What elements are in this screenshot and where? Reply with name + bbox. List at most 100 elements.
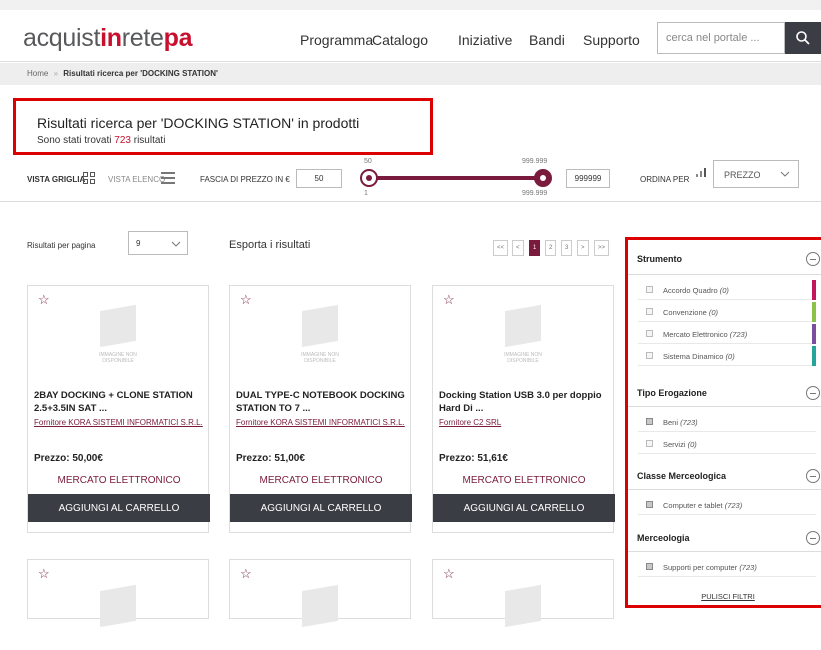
filter-option[interactable]: Convenzione (0): [638, 302, 816, 322]
search-input[interactable]: cerca nel portale ...: [657, 22, 785, 54]
checkbox-checked[interactable]: [646, 501, 653, 508]
product-price: Prezzo: 50,00€: [34, 453, 103, 464]
filter-option[interactable]: Accordo Quadro (0): [638, 280, 816, 300]
image-placeholder-icon: IMMAGINE NON DISPONIBILE: [290, 304, 350, 370]
nav-supporto[interactable]: Supporto: [583, 32, 640, 48]
pagination-prev[interactable]: <: [512, 240, 524, 256]
product-card: ☆ IMMAGINE NON DISPONIBILE 2BAY DOCKING …: [27, 285, 210, 533]
price-slider-track[interactable]: [371, 176, 543, 180]
add-to-cart-button[interactable]: AGGIUNGI AL CARRELLO: [433, 494, 615, 522]
nav-bandi[interactable]: Bandi: [529, 32, 565, 48]
checkbox-checked[interactable]: [646, 563, 653, 570]
search-button[interactable]: [785, 22, 821, 54]
divider: [628, 551, 821, 552]
collapse-minus-icon[interactable]: [806, 386, 820, 400]
filter-option[interactable]: Beni (723): [638, 412, 816, 432]
product-name[interactable]: DUAL TYPE-C NOTEBOOK DOCKING STATION TO …: [236, 389, 408, 415]
divider: [628, 274, 821, 275]
per-page-label: Risultati per pagina: [27, 241, 96, 250]
price-max-input[interactable]: 999999: [566, 169, 610, 188]
pagination-last[interactable]: >>: [594, 240, 610, 256]
divider: [628, 489, 821, 490]
product-supplier-link[interactable]: Fornitore KORA SISTEMI INFORMATICI S.R.L…: [236, 417, 408, 428]
filter-group-title[interactable]: Merceologia: [637, 533, 690, 543]
product-supplier-link[interactable]: Fornitore C2 SRL: [439, 417, 611, 428]
product-name[interactable]: 2BAY DOCKING + CLONE STATION 2.5+3.5IN S…: [34, 389, 206, 415]
checkbox[interactable]: [646, 330, 653, 337]
product-price: Prezzo: 51,00€: [236, 453, 305, 464]
export-results-link[interactable]: Esporta i risultati: [229, 239, 310, 251]
favorite-star-icon[interactable]: ☆: [240, 292, 252, 308]
chevron-down-icon: [171, 241, 181, 247]
image-placeholder-icon: IMMAGINE NON DISPONIBILE: [88, 304, 148, 370]
site-logo[interactable]: acquistinretepa: [23, 24, 193, 53]
favorite-star-icon[interactable]: ☆: [443, 292, 455, 308]
filter-option[interactable]: Supporti per computer (723): [638, 557, 816, 577]
breadcrumb-current: Risultati ricerca per 'DOCKING STATION': [63, 69, 218, 78]
add-to-cart-button[interactable]: AGGIUNGI AL CARRELLO: [28, 494, 210, 522]
search-icon: [796, 31, 810, 45]
site-header: acquistinretepa Programma Catalogo Inizi…: [0, 10, 821, 62]
results-count-text: Sono stati trovati 723 risultati: [37, 135, 166, 146]
per-page-select[interactable]: 9: [128, 231, 188, 255]
grid-view-label[interactable]: VISTA GRIGLIA: [27, 175, 85, 184]
favorite-star-icon[interactable]: ☆: [443, 566, 455, 582]
checkbox[interactable]: [646, 352, 653, 359]
pagination-page-1[interactable]: 1: [529, 240, 541, 256]
filter-group-title[interactable]: Strumento: [637, 254, 682, 264]
product-card: ☆: [27, 559, 209, 628]
list-view-label[interactable]: VISTA ELENCO: [108, 175, 165, 184]
pagination-page-2[interactable]: 2: [545, 240, 557, 256]
favorite-star-icon[interactable]: ☆: [38, 566, 50, 582]
sort-select[interactable]: PREZZO: [713, 160, 799, 188]
price-min-input[interactable]: 50: [296, 169, 342, 188]
product-card: ☆ IMMAGINE NON DISPONIBILE Docking Stati…: [432, 285, 615, 533]
slider-max-bottom-label: 999.999: [522, 190, 548, 197]
favorite-star-icon[interactable]: ☆: [240, 566, 252, 582]
pagination-next[interactable]: >: [577, 240, 589, 256]
filter-option[interactable]: Sistema Dinamico (0): [638, 346, 816, 366]
sort-bars-icon: [696, 168, 706, 177]
checkbox-checked[interactable]: [646, 418, 653, 425]
filter-option[interactable]: Computer e tablet (723): [638, 495, 816, 515]
product-type: MERCATO ELETTRONICO: [462, 475, 586, 486]
top-strip: [0, 0, 821, 10]
pagination-first[interactable]: <<: [493, 240, 509, 256]
collapse-minus-icon[interactable]: [806, 531, 820, 545]
nav-iniziative[interactable]: Iniziative: [458, 32, 512, 48]
price-slider-min-handle[interactable]: [360, 169, 378, 187]
collapse-minus-icon[interactable]: [806, 252, 820, 266]
product-supplier-link[interactable]: Fornitore KORA SISTEMI INFORMATICI S.R.L…: [34, 417, 206, 428]
image-placeholder-icon: [290, 584, 350, 650]
list-view-icon[interactable]: [161, 172, 175, 184]
collapse-minus-icon[interactable]: [806, 469, 820, 483]
product-card: ☆: [432, 559, 614, 628]
checkbox[interactable]: [646, 308, 653, 315]
add-to-cart-button[interactable]: AGGIUNGI AL CARRELLO: [230, 494, 412, 522]
breadcrumb-separator: »: [53, 69, 59, 78]
filters-panel: Strumento Accordo Quadro (0) Convenzione…: [625, 237, 821, 608]
checkbox[interactable]: [646, 286, 653, 293]
product-card: ☆ IMMAGINE NON DISPONIBILE DUAL TYPE-C N…: [229, 285, 412, 533]
nav-catalogo[interactable]: Catalogo: [372, 32, 428, 48]
clear-filters-link[interactable]: PULISCI FILTRI: [678, 592, 778, 601]
filter-option[interactable]: Mercato Elettronico (723): [638, 324, 816, 344]
pagination-page-3[interactable]: 3: [561, 240, 573, 256]
filter-option[interactable]: Servizi (0): [638, 434, 816, 454]
chevron-down-icon: [780, 171, 790, 177]
nav-programma[interactable]: Programma: [300, 32, 373, 48]
color-tag: [812, 280, 816, 300]
filter-group-title[interactable]: Tipo Erogazione: [637, 388, 707, 398]
filter-group-title[interactable]: Classe Merceologica: [637, 471, 726, 481]
price-range-label: FASCIA DI PREZZO IN €: [200, 175, 290, 184]
slider-max-top-label: 999.999: [522, 158, 548, 165]
product-name[interactable]: Docking Station USB 3.0 per doppio Hard …: [439, 389, 611, 415]
grid-view-icon[interactable]: [83, 172, 95, 184]
price-slider-max-handle[interactable]: [534, 169, 552, 187]
favorite-star-icon[interactable]: ☆: [38, 292, 50, 308]
checkbox[interactable]: [646, 440, 653, 447]
results-highlight-box: Risultati ricerca per 'DOCKING STATION' …: [13, 98, 433, 155]
image-placeholder-icon: [88, 584, 148, 650]
breadcrumb-home[interactable]: Home: [27, 69, 48, 78]
image-placeholder-icon: [493, 584, 553, 650]
